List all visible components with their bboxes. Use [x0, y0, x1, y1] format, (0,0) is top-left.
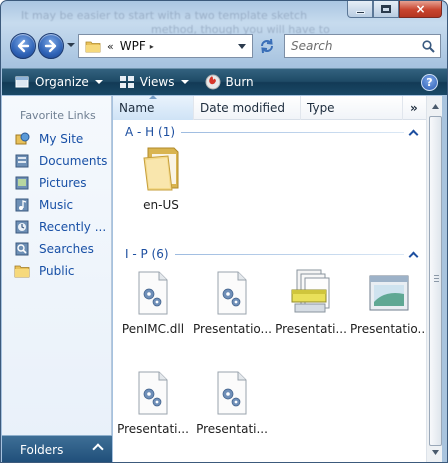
burn-disc-icon	[205, 74, 221, 90]
command-toolbar: Organize Views Burn ?	[2, 68, 447, 95]
dll-file-icon	[129, 268, 177, 316]
file-item-en-us[interactable]: en-US	[121, 144, 201, 228]
nav-item-music[interactable]: Music	[14, 195, 110, 215]
views-icon	[119, 74, 135, 90]
address-dropdown-icon[interactable]	[238, 44, 246, 49]
minimize-button[interactable]	[347, 1, 373, 18]
group-header-i-p[interactable]: I - P (6)	[125, 246, 419, 262]
explorer-window: It may be easier to start with a two tem…	[0, 0, 448, 463]
maximize-button[interactable]	[373, 1, 399, 18]
folder-icon	[85, 40, 101, 53]
back-arrow-icon	[17, 39, 30, 53]
search-input[interactable]	[291, 39, 421, 53]
address-bar[interactable]: « WPF ▸	[78, 34, 253, 58]
caption-buttons: ×	[347, 1, 442, 18]
close-icon: ×	[415, 2, 426, 16]
close-button[interactable]: ×	[399, 1, 442, 18]
group-divider	[174, 253, 404, 255]
nav-item-public[interactable]: Public	[14, 261, 110, 281]
forward-button[interactable]	[38, 33, 64, 59]
collapse-group-icon[interactable]	[408, 129, 419, 139]
chevron-up-icon	[92, 443, 104, 455]
forward-arrow-icon	[44, 39, 57, 53]
organize-dropdown-icon	[94, 80, 103, 84]
refresh-icon	[261, 38, 273, 54]
file-item-presentation-3[interactable]: Presentatio...	[349, 268, 429, 352]
organize-icon	[14, 74, 30, 90]
folders-label: Folders	[20, 442, 64, 457]
search-icon[interactable]	[422, 40, 435, 53]
breadcrumb-wpf[interactable]: WPF	[120, 39, 146, 53]
group-divider	[181, 131, 404, 133]
file-list-pane: Name Date modified Type » A - H (1) en-U…	[113, 95, 429, 462]
nav-item-my-site[interactable]: My Site	[14, 129, 110, 149]
group-header-a-h[interactable]: A - H (1)	[125, 124, 419, 140]
public-folder-icon	[14, 265, 30, 278]
scroll-down-arrow-icon	[432, 450, 439, 455]
folders-toggle[interactable]: Folders	[2, 435, 112, 462]
scroll-thumb[interactable]	[429, 116, 442, 446]
window-app-icon	[365, 268, 413, 316]
nav-item-pictures[interactable]: Pictures	[14, 173, 110, 193]
dll-file-icon	[208, 268, 256, 316]
folder-icon	[137, 144, 185, 192]
column-header-date-modified[interactable]: Date modified	[194, 96, 301, 120]
file-name: Presentati...	[196, 422, 268, 436]
vertical-scrollbar[interactable]	[426, 96, 443, 462]
collapse-group-icon[interactable]	[408, 251, 419, 261]
scroll-up-arrow-icon	[432, 104, 439, 109]
organize-label: Organize	[35, 75, 89, 89]
file-name: PenIMC.dll	[121, 322, 185, 336]
file-name: en-US	[143, 198, 179, 212]
sort-ascending-icon	[149, 95, 157, 99]
file-item-presentation-2[interactable]: Presentati...	[271, 268, 351, 352]
my-site-icon	[15, 132, 30, 145]
file-name: Presentatio...	[350, 322, 428, 336]
navigation-pane: Favorite Links My Site Documents Picture…	[2, 96, 112, 462]
file-name: Presentatio...	[193, 322, 271, 336]
column-header-row: Name Date modified Type »	[113, 95, 426, 120]
stacked-documents-icon	[287, 268, 335, 316]
burn-label: Burn	[225, 75, 254, 89]
favorite-links-heading: Favorite Links	[20, 109, 96, 122]
nav-item-documents[interactable]: Documents	[14, 151, 110, 171]
more-columns-button[interactable]: »	[403, 96, 426, 120]
file-name: Presentati...	[275, 322, 347, 336]
column-header-type[interactable]: Type	[301, 96, 403, 120]
dll-file-icon	[208, 368, 256, 416]
views-dropdown-icon	[180, 80, 189, 84]
music-icon	[15, 198, 29, 212]
column-header-name[interactable]: Name	[113, 95, 194, 120]
burn-button[interactable]: Burn	[199, 69, 260, 95]
pictures-icon	[15, 176, 29, 190]
breadcrumb-overflow[interactable]: «	[107, 40, 114, 53]
maximize-icon	[381, 5, 391, 13]
window-right-border	[442, 96, 447, 462]
file-name: Presentati...	[117, 422, 189, 436]
file-item-presentation-1[interactable]: Presentatio...	[192, 268, 272, 352]
documents-icon	[15, 154, 29, 168]
recent-icon	[15, 220, 29, 234]
help-button[interactable]: ?	[421, 74, 438, 91]
dll-file-icon	[129, 368, 177, 416]
scroll-grip	[434, 275, 439, 282]
back-button[interactable]	[10, 33, 36, 59]
searches-icon	[15, 242, 29, 256]
views-button[interactable]: Views	[113, 69, 195, 95]
minimize-icon	[355, 10, 365, 14]
file-item-presentation-5[interactable]: Presentati...	[192, 368, 272, 452]
refresh-button[interactable]	[256, 35, 278, 57]
nav-item-searches[interactable]: Searches	[14, 239, 110, 259]
views-label: Views	[139, 75, 175, 89]
file-item-penimc-dll[interactable]: PenIMC.dll	[113, 268, 193, 352]
organize-button[interactable]: Organize	[2, 69, 109, 95]
file-item-presentation-4[interactable]: Presentati...	[113, 368, 193, 452]
nav-item-recently-changed[interactable]: Recently ...	[14, 217, 110, 237]
breadcrumb-separator[interactable]: ▸	[150, 42, 154, 51]
search-box[interactable]	[284, 34, 441, 58]
recent-pages-dropdown[interactable]	[67, 43, 75, 47]
